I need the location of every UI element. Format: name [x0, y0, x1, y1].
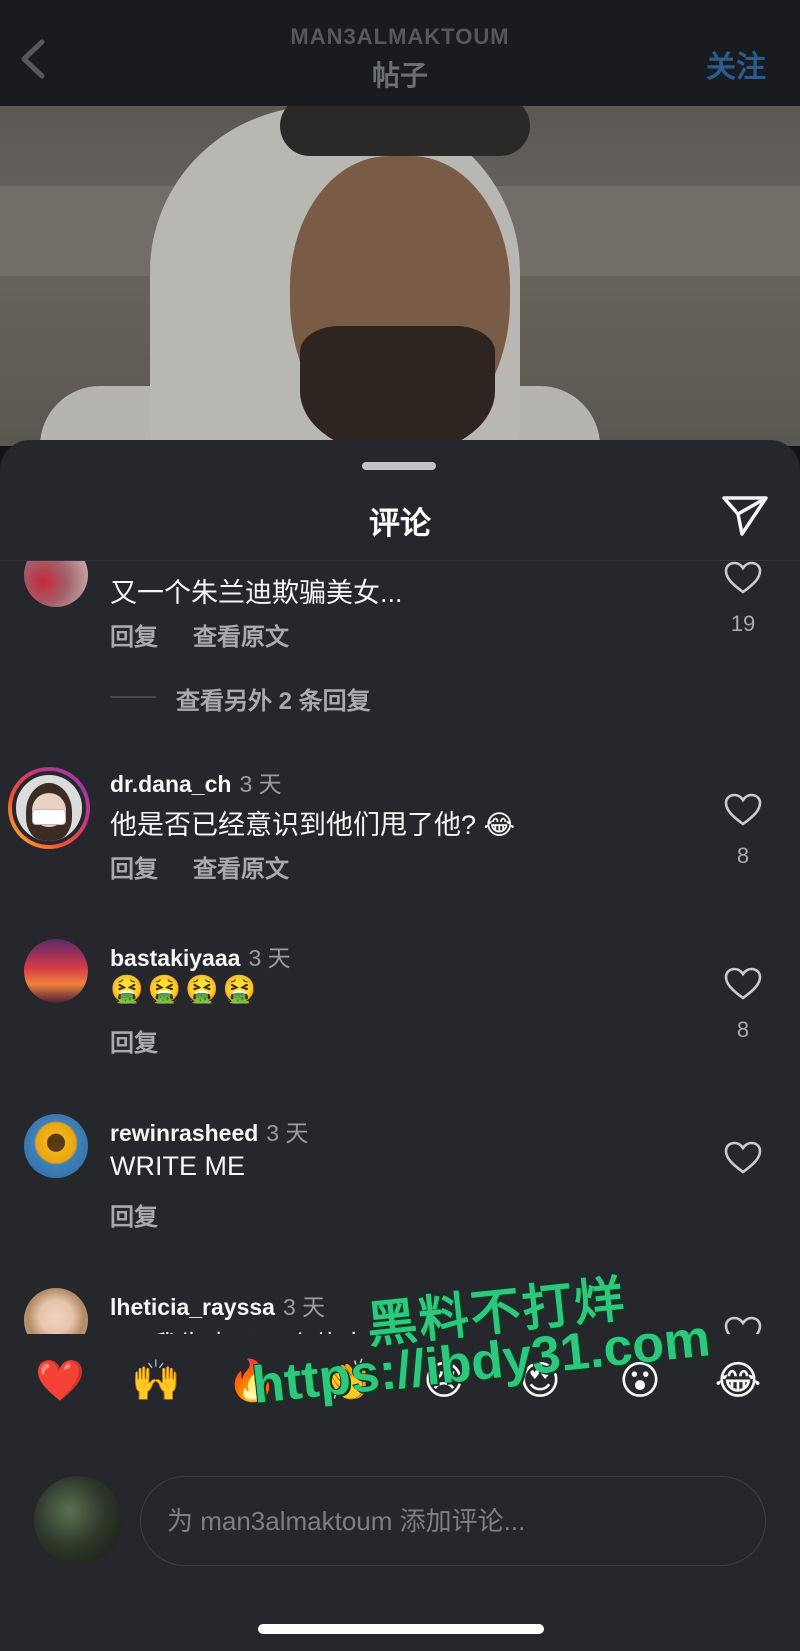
reply-button[interactable]: 回复 — [110, 617, 158, 652]
post-image — [0, 106, 800, 446]
page-title: 帖子 — [371, 60, 428, 91]
emoji-raised-hands-button[interactable]: 🙌 — [126, 1354, 186, 1408]
like-count: 19 — [730, 611, 756, 636]
current-user-avatar[interactable] — [34, 1476, 122, 1564]
emoji-heart-button[interactable]: ❤️ — [30, 1354, 90, 1408]
sheet-drag-handle[interactable] — [362, 462, 436, 470]
share-button[interactable] — [720, 492, 770, 538]
comment-text: WRITE ME — [110, 1151, 245, 1181]
emoji-heart-eyes-button[interactable]: 😍 — [510, 1354, 570, 1408]
comment-username[interactable]: dr.dana_ch 3 天 — [110, 765, 282, 799]
see-original-button[interactable]: 查看原文 — [193, 617, 289, 652]
comment-input[interactable] — [140, 1476, 766, 1566]
emoji-clap-button[interactable]: 👏 — [318, 1354, 378, 1408]
comment-username[interactable]: bastakiyaaa 3 天 — [110, 939, 291, 973]
comment-timestamp: 3 天 — [282, 1294, 326, 1320]
emoji-sad-button[interactable]: 😢 — [414, 1354, 474, 1408]
comment-composer — [0, 1414, 800, 1651]
like-count: 8 — [736, 1017, 750, 1042]
heart-icon — [724, 561, 762, 594]
avatar[interactable] — [24, 1114, 88, 1178]
heart-icon — [724, 967, 762, 1000]
like-count: 8 — [736, 843, 750, 868]
like-button[interactable] — [724, 967, 762, 1001]
comment-timestamp: 3 天 — [239, 771, 282, 797]
top-navigation-bar: MAN3ALMAKTOUM 帖子 关注 — [0, 0, 800, 106]
emoji-surprised-button[interactable]: 😮 — [610, 1354, 670, 1408]
avatar[interactable] — [24, 939, 88, 1003]
heart-icon — [724, 1141, 762, 1174]
comment-username[interactable]: rewinrasheed 3 天 — [110, 1114, 308, 1148]
like-button[interactable] — [724, 793, 762, 827]
divider-line — [110, 696, 156, 698]
comments-title: 评论 — [369, 506, 431, 541]
like-button[interactable] — [724, 561, 762, 595]
post-owner-username[interactable]: MAN3ALMAKTOUM — [0, 24, 800, 50]
comment-timestamp: 3 天 — [266, 1120, 309, 1146]
see-original-button[interactable]: 查看原文 — [193, 849, 289, 884]
send-icon — [722, 496, 768, 536]
emoji-quick-bar: ❤️ 🙌 🔥 👏 😢 😍 😮 😂 — [0, 1334, 800, 1414]
heart-icon — [724, 793, 762, 826]
comment-text: 又一个朱兰迪欺骗美女... — [110, 578, 403, 608]
follow-button[interactable]: 关注 — [706, 42, 766, 86]
view-more-replies-button[interactable]: 查看另外 2 条回复 — [176, 681, 371, 716]
avatar — [12, 771, 86, 845]
comment-username[interactable]: lheticia_rayssa 3 天 — [110, 1288, 325, 1322]
reply-button[interactable]: 回复 — [110, 1197, 158, 1232]
avatar[interactable] — [24, 561, 88, 607]
home-indicator[interactable] — [258, 1624, 544, 1634]
comment-timestamp: 3 天 — [248, 945, 291, 971]
reply-button[interactable]: 回复 — [110, 849, 158, 884]
comment-text: 他是否已经意识到他们甩了他? 😂 — [110, 810, 516, 840]
comment-text: 🤮🤮🤮🤮 — [110, 974, 261, 1004]
emoji-fire-button[interactable]: 🔥 — [222, 1354, 282, 1408]
like-button[interactable] — [724, 1141, 762, 1175]
reply-button[interactable]: 回复 — [110, 1023, 158, 1058]
avatar-story-ring[interactable] — [8, 767, 90, 849]
emoji-laughing-button[interactable]: 😂 — [708, 1354, 768, 1408]
